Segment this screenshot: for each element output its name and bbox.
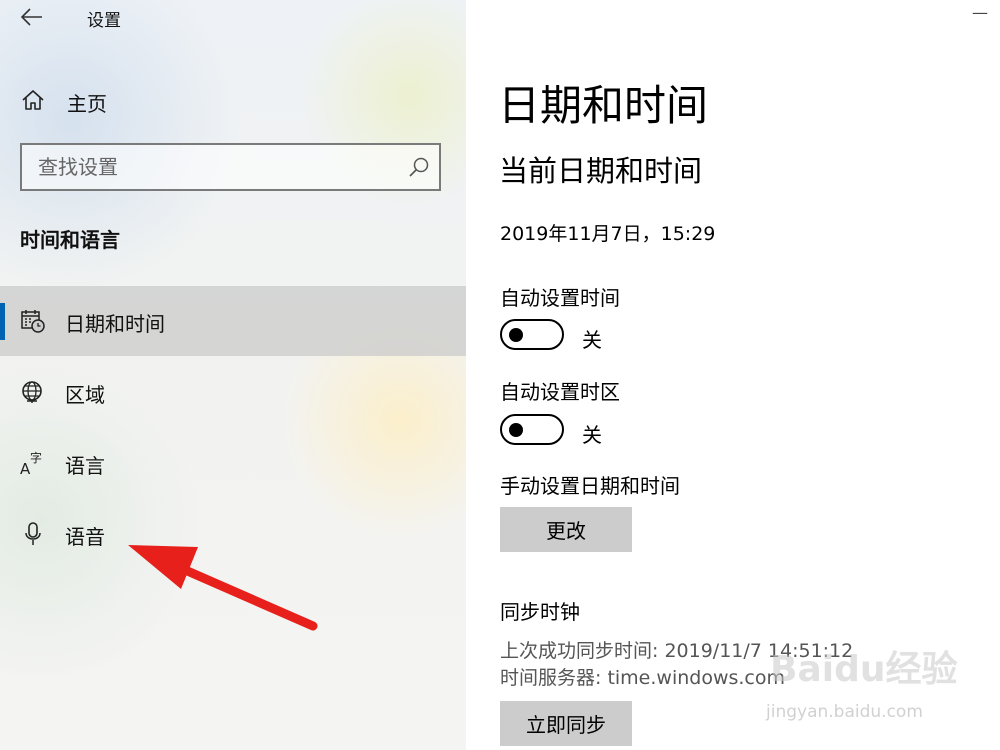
- sidebar-item-speech[interactable]: 语音: [0, 499, 466, 569]
- globe-icon: [22, 381, 42, 403]
- sidebar-item-language[interactable]: A 字 语言: [0, 428, 466, 498]
- sidebar-item-label: 区域: [65, 383, 105, 407]
- manual-datetime-label: 手动设置日期和时间: [500, 474, 680, 498]
- auto-time-state: 关: [582, 328, 602, 352]
- search-box[interactable]: [20, 143, 441, 191]
- auto-timezone-state: 关: [582, 423, 602, 447]
- time-server: 时间服务器: time.windows.com: [500, 667, 786, 689]
- sidebar-item-label: 语音: [65, 525, 105, 549]
- sidebar-item-label: 语言: [65, 454, 105, 478]
- microphone-icon: [25, 522, 41, 545]
- window-title: 设置: [87, 11, 121, 31]
- sidebar-item-home[interactable]: 主页: [0, 80, 466, 120]
- minimize-button[interactable]: —: [972, 3, 988, 22]
- selection-accent-bar: [0, 303, 5, 340]
- sidebar: 设置 主页 时间和语言 日期和时间 区域: [0, 0, 466, 750]
- sidebar-item-label: 日期和时间: [65, 312, 165, 336]
- home-icon: [22, 90, 44, 110]
- sidebar-item-region[interactable]: 区域: [0, 357, 466, 427]
- auto-timezone-label: 自动设置时区: [500, 380, 620, 404]
- auto-time-label: 自动设置时间: [500, 286, 620, 310]
- language-icon: A 字: [20, 450, 42, 476]
- search-icon[interactable]: [407, 155, 431, 179]
- toggle-knob: [509, 328, 523, 342]
- section-subtitle: 当前日期和时间: [499, 154, 703, 188]
- auto-time-toggle[interactable]: [500, 319, 564, 350]
- sync-title: 同步时钟: [500, 600, 580, 624]
- change-button[interactable]: 更改: [500, 507, 632, 552]
- home-label: 主页: [67, 92, 107, 116]
- toggle-knob: [509, 423, 523, 437]
- language-icon-cjk: 字: [30, 450, 42, 465]
- main-panel: — 日期和时间 当前日期和时间 2019年11月7日，15:29 自动设置时间 …: [466, 0, 1000, 750]
- sidebar-item-date-time[interactable]: 日期和时间: [0, 286, 466, 356]
- last-sync-time: 上次成功同步时间: 2019/11/7 14:51:12: [500, 640, 854, 662]
- search-input[interactable]: [22, 145, 392, 189]
- back-button[interactable]: [14, 2, 50, 32]
- auto-timezone-toggle[interactable]: [500, 414, 564, 445]
- page-title: 日期和时间: [498, 81, 709, 130]
- current-datetime: 2019年11月7日，15:29: [500, 223, 716, 245]
- back-arrow-icon: [21, 8, 42, 26]
- section-title: 时间和语言: [20, 228, 120, 252]
- sync-now-button[interactable]: 立即同步: [500, 701, 632, 746]
- calendar-clock-icon: [21, 310, 45, 333]
